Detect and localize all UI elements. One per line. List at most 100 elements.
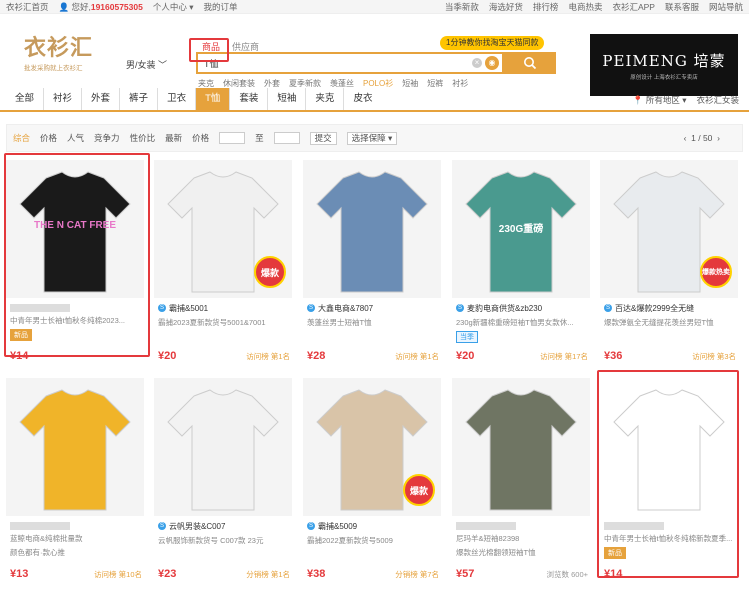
product-title[interactable]: 云帆服饰新款货号 C007款 23元: [158, 535, 290, 546]
product-card[interactable]: S 大鑫电商&7807 羡蓬丝男士短袖T恤 ¥28 访问榜 第1名: [303, 160, 441, 366]
shop-name[interactable]: S 霸捕&5009: [307, 520, 439, 532]
personal-center-link[interactable]: 个人中心 ▾: [153, 1, 194, 13]
next-page-icon[interactable]: ›: [717, 133, 720, 143]
region-select[interactable]: 📍 所有地区 ▾: [633, 94, 687, 106]
shop-icon: S: [307, 304, 315, 312]
product-card[interactable]: S 云帆男装&C007 云帆服饰新款货号 C007款 23元 ¥23 分销榜 第1名: [154, 378, 292, 584]
product-image[interactable]: [6, 378, 144, 516]
category-tab[interactable]: 卫衣: [157, 88, 195, 110]
topbar-link[interactable]: 网站导航: [709, 1, 743, 13]
product-meta: S 百达&爆款2999全无缝 爆款弹氨全无缝提花羡丝男短T恤: [600, 298, 738, 328]
region-filter: 📍 所有地区 ▾ 衣衫汇女装: [633, 94, 739, 106]
shop-name-text: 霸捕&5009: [318, 521, 358, 531]
category-tab[interactable]: 全部: [6, 88, 43, 110]
region-brand[interactable]: 衣衫汇女装: [696, 94, 739, 106]
promo-pill[interactable]: 1分钟教你找淘宝天猫同款: [440, 36, 545, 50]
topbar-link[interactable]: 海选好货: [489, 1, 523, 13]
home-link[interactable]: 衣衫汇首页: [6, 1, 49, 13]
product-card[interactable]: 爆款热卖 S 百达&爆款2999全无缝 爆款弹氨全无缝提花羡丝男短T恤 ¥36 访问榜 第…: [600, 160, 738, 366]
blurred-shop-name: [456, 522, 516, 530]
topbar-link[interactable]: 联系客服: [665, 1, 699, 13]
page-indicator: 1 / 50: [691, 133, 713, 143]
product-card[interactable]: 爆款 S 霸捕&5001 霸捕2023夏新款货号5001&7001 ¥20 访问榜 第1名: [154, 160, 292, 366]
shop-name[interactable]: S 百达&爆款2999全无缝: [604, 302, 736, 314]
shop-name[interactable]: S 霸捕&5001: [158, 302, 290, 314]
shop-name[interactable]: S 大鑫电商&7807: [307, 302, 439, 314]
search-button[interactable]: [504, 52, 556, 74]
product-card[interactable]: 爆款 S 霸捕&5009 霸捕2022夏新款货号5009 ¥38 分销榜 第7名: [303, 378, 441, 584]
sort-value[interactable]: 性价比: [130, 132, 156, 144]
price-row: ¥38 分销榜 第7名: [307, 568, 439, 580]
product-image[interactable]: 爆款热卖: [600, 160, 738, 298]
banner-title: PEIMENG 培蒙: [602, 51, 726, 70]
user-phone[interactable]: 19160575305: [91, 2, 143, 12]
product-title[interactable]: 蓝鲸电商&纯棉批量款: [10, 533, 142, 544]
my-orders-link[interactable]: 我的订单: [204, 1, 238, 13]
product-card[interactable]: 蓝鲸电商&纯棉批量款 颜色都有·款心推 ¥13 访问榜 第10名: [6, 378, 144, 584]
image-caption: 230G重磅: [498, 224, 544, 235]
gender-select-label: 男/女装: [126, 60, 156, 70]
product-image[interactable]: [303, 160, 441, 298]
sort-newest[interactable]: 最新: [165, 132, 182, 144]
topbar-link[interactable]: 排行榜: [533, 1, 559, 13]
category-tab[interactable]: 短袖: [267, 88, 305, 110]
price-row: ¥20 访问榜 第1名: [158, 350, 290, 362]
product-tag: 当季: [456, 331, 478, 343]
price-max-input[interactable]: [273, 132, 300, 144]
product-image[interactable]: 爆款: [303, 378, 441, 516]
product-card[interactable]: 230G重磅 S 麦豹电商供货&zb230 230g新疆棉重磅短袖T恤男女款休... 当…: [452, 160, 590, 366]
topbar-link[interactable]: 当季新款: [445, 1, 479, 13]
product-title[interactable]: 羡蓬丝男士短袖T恤: [307, 317, 439, 328]
product-highlight-1: [4, 153, 150, 357]
clear-icon[interactable]: ×: [472, 58, 482, 68]
topbar-link[interactable]: 电商热卖: [568, 1, 602, 13]
gender-select[interactable]: 男/女装 ﹀: [126, 58, 167, 71]
product-title[interactable]: 尼玛羊&短袖82398: [456, 533, 588, 544]
sort-competitiveness[interactable]: 竞争力: [94, 132, 120, 144]
sort-comprehensive[interactable]: 综合: [13, 132, 30, 144]
prev-page-icon[interactable]: ‹: [684, 133, 687, 143]
region-area: 所有地区: [645, 95, 680, 105]
category-tab[interactable]: 衬衫: [43, 88, 81, 110]
category-tab[interactable]: 皮衣: [343, 88, 381, 110]
shop-icon: S: [456, 304, 464, 312]
guarantee-select[interactable]: 选择保障 ▾: [346, 131, 398, 145]
category-tab[interactable]: 套装: [229, 88, 267, 110]
logo-text: 衣衫汇: [24, 35, 94, 61]
price-submit-button[interactable]: 提交: [309, 131, 337, 145]
product-rank: 访问榜 第17名: [540, 352, 588, 361]
product-title[interactable]: 霸捕2023夏新款货号5001&7001: [158, 317, 290, 328]
product-title[interactable]: 爆款弹氨全无缝提花羡丝男短T恤: [604, 317, 736, 328]
product-title[interactable]: 霸捕2022夏新款货号5009: [307, 535, 439, 546]
topbar-link[interactable]: 衣衫汇APP: [612, 1, 655, 13]
top-navbar: 衣衫汇首页 👤 您好,19160575305 个人中心 ▾ 我的订单 当季新款海…: [0, 0, 749, 14]
category-tab[interactable]: T恤: [195, 88, 230, 110]
site-logo[interactable]: 衣衫汇 批发采购就上衣衫汇: [24, 36, 102, 72]
brand-banner[interactable]: PEIMENG 培蒙 原创设计 上海衣衫汇专卖店: [590, 34, 738, 96]
category-tab[interactable]: 外套: [81, 88, 119, 110]
shop-name-text: 云帆男装&C007: [169, 521, 226, 531]
sort-filter-bar: 综合 价格 人气 竞争力 性价比 最新 价格 至 提交 选择保障 ▾ ‹ 1 /…: [6, 124, 743, 152]
search-input[interactable]: T恤 × ◉: [196, 52, 504, 74]
logo-slogan: 批发采购就上衣衫汇: [24, 65, 83, 72]
shop-name[interactable]: S 麦豹电商供货&zb230: [456, 302, 588, 314]
sort-price[interactable]: 价格: [40, 132, 57, 144]
product-image[interactable]: 230G重磅: [452, 160, 590, 298]
product-rank: 分销榜 第7名: [395, 570, 439, 579]
product-meta: S 云帆男装&C007 云帆服饰新款货号 C007款 23元: [154, 516, 292, 546]
product-card[interactable]: 尼玛羊&短袖82398 爆款丝光棉翻领短袖T恤 ¥57 浏览数 600+: [452, 378, 590, 584]
product-title[interactable]: 230g新疆棉重磅短袖T恤男女款休...: [456, 317, 588, 328]
shop-name-text: 麦豹电商供货&zb230: [467, 303, 543, 313]
banner-subtitle: 原创设计 上海衣衫汇专卖店: [630, 74, 698, 81]
category-tab[interactable]: 夹克: [305, 88, 343, 110]
price-to-label: 至: [255, 133, 264, 143]
product-price: ¥38: [307, 568, 326, 580]
product-image[interactable]: 爆款: [154, 160, 292, 298]
shop-name[interactable]: S 云帆男装&C007: [158, 520, 290, 532]
sort-popularity[interactable]: 人气: [67, 132, 84, 144]
camera-icon[interactable]: ◉: [485, 56, 499, 70]
category-tab[interactable]: 裤子: [119, 88, 157, 110]
product-image[interactable]: [452, 378, 590, 516]
price-min-input[interactable]: [219, 132, 246, 144]
product-image[interactable]: [154, 378, 292, 516]
